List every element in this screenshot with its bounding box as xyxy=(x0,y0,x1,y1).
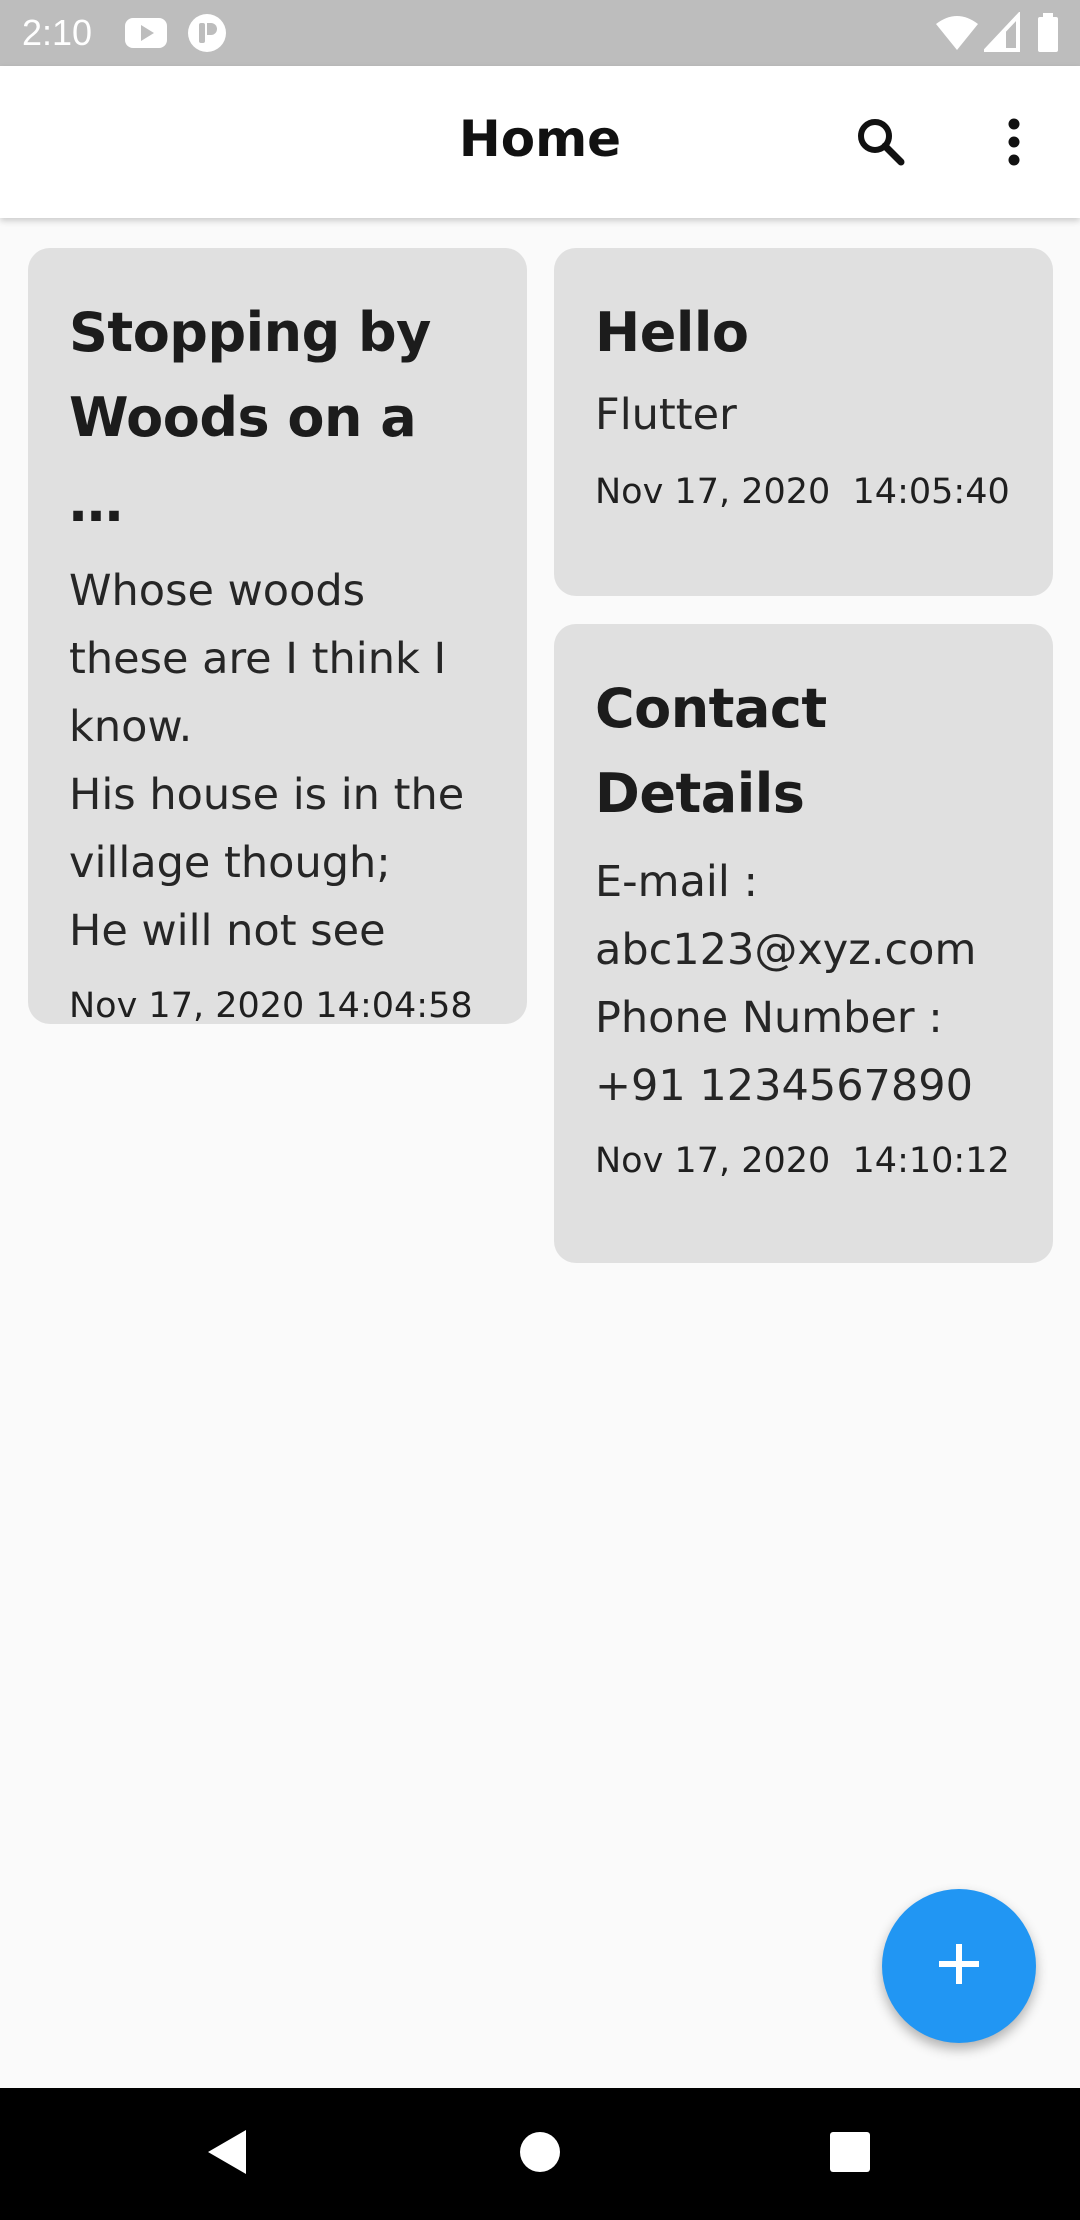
wifi-icon xyxy=(934,12,980,58)
note-date: Nov 17, 2020 14:10:12 xyxy=(595,1141,1010,1181)
note-title: Contact Details xyxy=(595,677,827,825)
more-options-button[interactable] xyxy=(976,106,1052,182)
screen: 2:10 Home Stopping by Woods on a … Whose… xyxy=(0,0,1080,2220)
youtube-icon xyxy=(124,12,168,58)
home-icon xyxy=(518,2130,562,2178)
app-bar: Home xyxy=(0,66,1080,218)
note-date: Nov 17, 2020 14:05:40 xyxy=(595,472,1010,512)
status-time: 2:10 xyxy=(22,12,93,53)
note-body: Whose woods these are I think I know. Hi… xyxy=(69,566,465,956)
home-button[interactable] xyxy=(500,2118,580,2190)
back-icon xyxy=(202,2126,250,2182)
note-card[interactable]: Stopping by Woods on a … Whose woods the… xyxy=(28,248,527,1026)
add-icon xyxy=(935,1940,983,1992)
note-title: Hello xyxy=(595,301,749,364)
search-button[interactable] xyxy=(843,106,919,182)
app-notification-icon xyxy=(186,12,228,58)
note-body: Flutter xyxy=(595,390,737,440)
note-card[interactable]: Contact Details E-mail : abc123@xyz.com … xyxy=(554,624,1053,1263)
note-title: Stopping by Woods on a … xyxy=(69,301,431,534)
search-icon xyxy=(855,116,907,172)
more-vert-icon xyxy=(1004,116,1024,172)
status-bar: 2:10 xyxy=(0,0,1080,66)
back-button[interactable] xyxy=(186,2118,266,2190)
recents-icon xyxy=(828,2130,872,2178)
add-note-button[interactable] xyxy=(882,1889,1036,2043)
recents-button[interactable] xyxy=(810,2118,890,2190)
navigation-bar xyxy=(0,2088,1080,2220)
cellular-signal-icon xyxy=(981,10,1022,58)
note-body: E-mail : abc123@xyz.com Phone Number : +… xyxy=(595,857,977,1111)
note-card[interactable]: Hello Flutter Nov 17, 2020 14:05:40 xyxy=(554,248,1053,596)
battery-icon xyxy=(1036,12,1060,58)
note-date: Nov 17, 2020 14:04:58 xyxy=(69,986,473,1026)
